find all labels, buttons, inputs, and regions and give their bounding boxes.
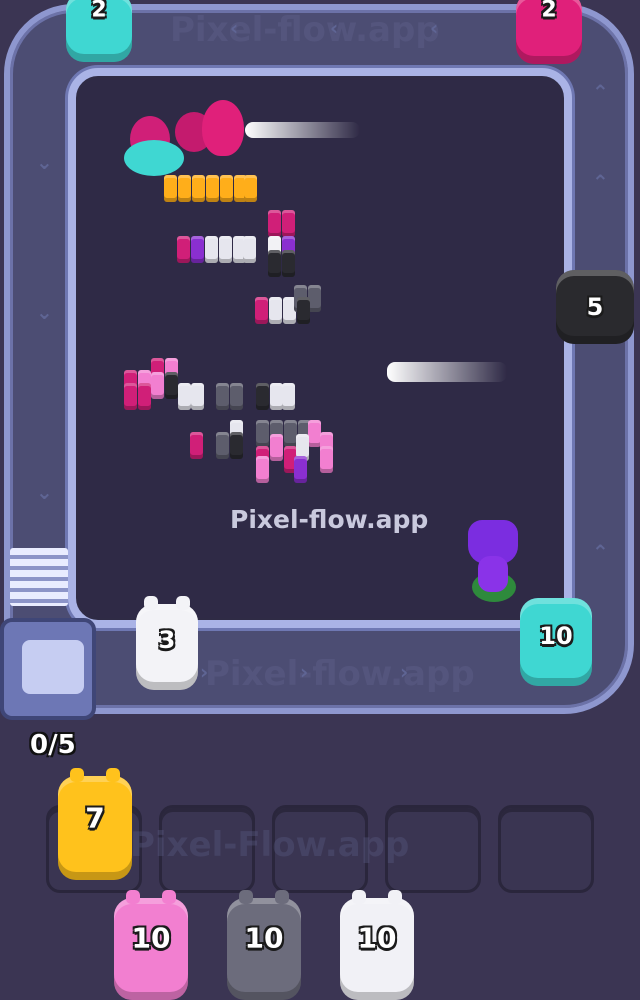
watermark-track-bottom: Pixel-flow.app xyxy=(205,654,475,694)
queue-pig-white[interactable]: 10 xyxy=(340,890,414,1000)
pig-count: 10 xyxy=(244,921,284,955)
chevron-up-icon: ⌃ xyxy=(592,540,609,564)
conveyor-capacity-counter: 0/5 xyxy=(30,730,76,760)
chevron-right-icon: › xyxy=(200,660,209,684)
chevron-left-icon: ‹ xyxy=(330,16,339,40)
conveyor-stairs xyxy=(10,548,68,606)
chevron-right-icon: › xyxy=(400,660,409,684)
pig-launcher[interactable] xyxy=(0,618,96,720)
watermark-top: Pixel-flow.app xyxy=(170,10,440,50)
chevron-down-icon: ⌄ xyxy=(36,480,53,504)
shot-streak xyxy=(245,122,360,138)
conveyor-pig-black-right[interactable]: 5 xyxy=(556,270,634,344)
slot-5[interactable] xyxy=(498,805,594,893)
pig-count: 10 xyxy=(357,921,397,955)
chevron-right-icon: › xyxy=(300,660,309,684)
pig-count: 10 xyxy=(131,921,171,955)
slot-pig-yellow[interactable]: 7 xyxy=(58,768,132,880)
chevron-down-icon: ⌄ xyxy=(36,150,53,174)
queue-pig-pink[interactable]: 10 xyxy=(114,890,188,1000)
queue-pig-gray[interactable]: 10 xyxy=(227,890,301,1000)
conveyor-pig-white-bottom[interactable]: 3 xyxy=(136,596,198,690)
pig-count: 2 xyxy=(541,0,557,23)
pig-count: 7 xyxy=(85,801,105,835)
pig-count: 2 xyxy=(91,0,107,23)
pig-count: 10 xyxy=(539,622,573,650)
purple-shooter xyxy=(466,520,520,604)
pig-count: 3 xyxy=(158,626,176,654)
chevron-up-icon: ⌃ xyxy=(592,80,609,104)
conveyor-pig-cyan-top[interactable]: 2 xyxy=(66,0,132,62)
conveyor-pig-magenta-top[interactable]: 2 xyxy=(516,0,582,64)
chevron-down-icon: ⌄ xyxy=(36,300,53,324)
chevron-up-icon: ⌃ xyxy=(592,170,609,194)
shot-streak xyxy=(387,362,507,382)
chevron-left-icon: ‹ xyxy=(230,16,239,40)
chevron-left-icon: ‹ xyxy=(430,16,439,40)
watermark-queue: Pixel-Flow.app xyxy=(130,825,410,865)
shooter-creatures xyxy=(120,100,260,180)
pig-count: 5 xyxy=(586,293,604,321)
watermark-center: Pixel-flow.app xyxy=(230,505,429,534)
conveyor-pig-cyan-right[interactable]: 10 xyxy=(520,598,592,686)
